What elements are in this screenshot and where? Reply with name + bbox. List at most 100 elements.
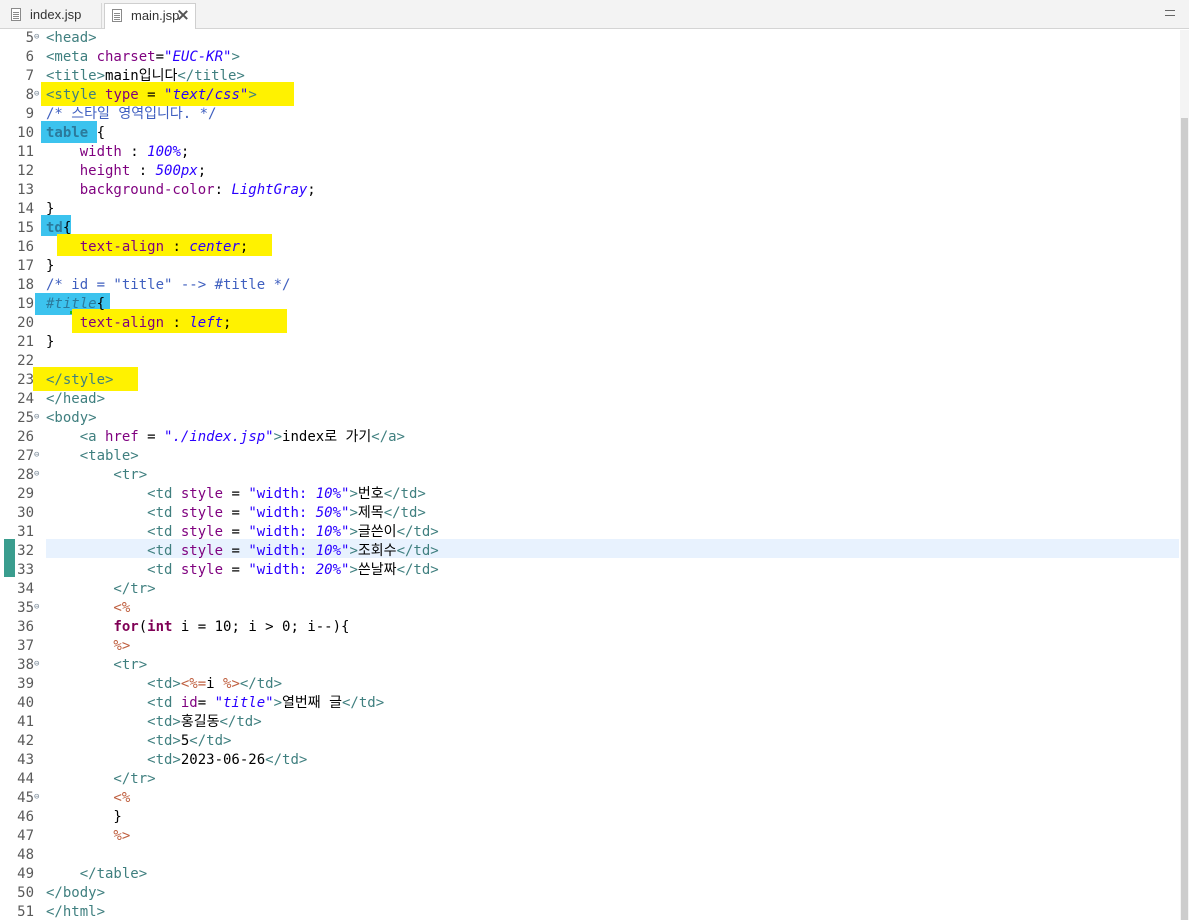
line-number: 36 [17, 619, 34, 635]
code-token: ( [138, 619, 148, 635]
fold-toggle-icon[interactable]: ⊖ [34, 465, 39, 484]
code-token: : [130, 163, 156, 179]
fold-toggle-icon[interactable]: ⊖ [34, 788, 39, 807]
fold-toggle-icon[interactable]: ⊖ [34, 408, 39, 427]
code-token: style [180, 486, 224, 502]
code-token: > [273, 429, 283, 445]
scrollbar-thumb[interactable] [1181, 118, 1188, 920]
line-number: 46 [17, 809, 34, 825]
code-token: 20% [315, 562, 342, 578]
code-token: <td> [46, 714, 181, 730]
code-token: width [46, 144, 122, 160]
close-icon[interactable] [177, 9, 189, 21]
code-token: #title [46, 296, 97, 312]
code-token: 10% [315, 486, 342, 502]
tab-main-jsp[interactable]: main.jsp [104, 3, 196, 29]
code-token: : [164, 315, 190, 331]
line-number: 33 [17, 562, 34, 578]
code-token: </style> [46, 372, 114, 388]
code-token: </td> [396, 543, 439, 559]
code-token: <td> [46, 676, 181, 692]
code-token: 조회수 [357, 543, 397, 559]
code-token: style [180, 505, 224, 521]
code-token: <title> [46, 68, 106, 84]
code-token: = [223, 486, 249, 502]
fold-toggle-icon[interactable]: ⊖ [34, 446, 39, 465]
line-number: 27 [17, 448, 34, 464]
code-token: </td> [189, 733, 232, 749]
code-token: </td> [383, 505, 426, 521]
line-number: 40 [17, 695, 34, 711]
editor-tab-bar: index.jsp main.jsp [0, 0, 1189, 29]
code-token: <td [46, 562, 181, 578]
code-line: 44 </tr> [0, 770, 1180, 789]
minimize-icon[interactable] [1165, 10, 1175, 16]
code-line: 12 height : 500px; [0, 162, 1180, 181]
code-line: 28 ⊖ <tr> [0, 466, 1180, 485]
code-line: 8 ⊖ <style type = "text/css"> [0, 86, 1180, 105]
code-token: <td [46, 486, 181, 502]
line-number: 49 [17, 866, 34, 882]
code-token: 10% [315, 524, 342, 540]
code-token: > [273, 695, 283, 711]
code-token: td [46, 220, 63, 236]
fold-toggle-icon[interactable]: ⊖ [34, 28, 39, 47]
code-line: 48 [0, 846, 1180, 865]
line-number: 30 [17, 505, 34, 521]
code-token: } [46, 258, 55, 274]
code-token: > [231, 49, 240, 65]
line-number: 31 [17, 524, 34, 540]
code-token: <% [46, 600, 131, 616]
code-token: 제목 [357, 505, 384, 521]
tab-label: index.jsp [30, 7, 82, 22]
line-number: 6 [25, 49, 34, 65]
code-token: <td [46, 524, 181, 540]
code-line: 42 <td>5</td> [0, 732, 1180, 751]
line-number: 44 [17, 771, 34, 787]
code-token: </td> [396, 524, 439, 540]
code-line: 20 text-align : left; [0, 314, 1180, 333]
code-token: style [180, 524, 224, 540]
code-line: 35 ⊖ <% [0, 599, 1180, 618]
code-token: charset [96, 49, 156, 65]
code-token: 2023-06-26 [180, 752, 266, 768]
code-line: 47 %> [0, 827, 1180, 846]
code-token: <tr> [46, 657, 148, 673]
line-number: 9 [25, 106, 34, 122]
code-token: 번호 [357, 486, 384, 502]
code-token: <style [46, 87, 106, 103]
line-number: 25 [17, 410, 34, 426]
code-line: 9 /* 스타일 영역입니다. */ [0, 105, 1180, 124]
code-token: text-align [46, 239, 165, 255]
code-token: "width: [248, 562, 316, 578]
code-token: 열번째 글 [282, 695, 342, 711]
code-token: ; [180, 144, 190, 160]
code-token: table [46, 125, 89, 141]
line-number: 21 [17, 334, 34, 350]
code-token: </td> [396, 562, 439, 578]
code-token: = [223, 505, 249, 521]
line-number: 45 [17, 790, 34, 806]
code-token: "text/css" [164, 87, 249, 103]
tab-index-jsp[interactable]: index.jsp [4, 3, 102, 28]
code-line: 14} [0, 200, 1180, 219]
line-number: 18 [17, 277, 34, 293]
line-number: 35 [17, 600, 34, 616]
line-number: 24 [17, 391, 34, 407]
code-token: /* id = "title" --> #title */ [46, 277, 291, 293]
fold-toggle-icon[interactable]: ⊖ [34, 598, 39, 617]
code-token: main입니다 [105, 68, 178, 84]
code-token: index로 가기 [282, 429, 372, 445]
code-token: 500px [155, 163, 198, 179]
code-token: left [189, 315, 224, 331]
fold-toggle-icon[interactable]: ⊖ [34, 655, 39, 674]
code-token: "width: [248, 543, 316, 559]
line-number: 11 [17, 144, 34, 160]
fold-toggle-icon[interactable]: ⊖ [34, 85, 39, 104]
code-token: i = 10; i > 0; i--){ [172, 619, 350, 635]
code-line: 40 <td id= "title">열번째 글</td> [0, 694, 1180, 713]
code-token: = [223, 562, 249, 578]
code-line: 22 [0, 352, 1180, 371]
line-number: 32 [17, 543, 34, 559]
code-token: > [349, 486, 358, 502]
